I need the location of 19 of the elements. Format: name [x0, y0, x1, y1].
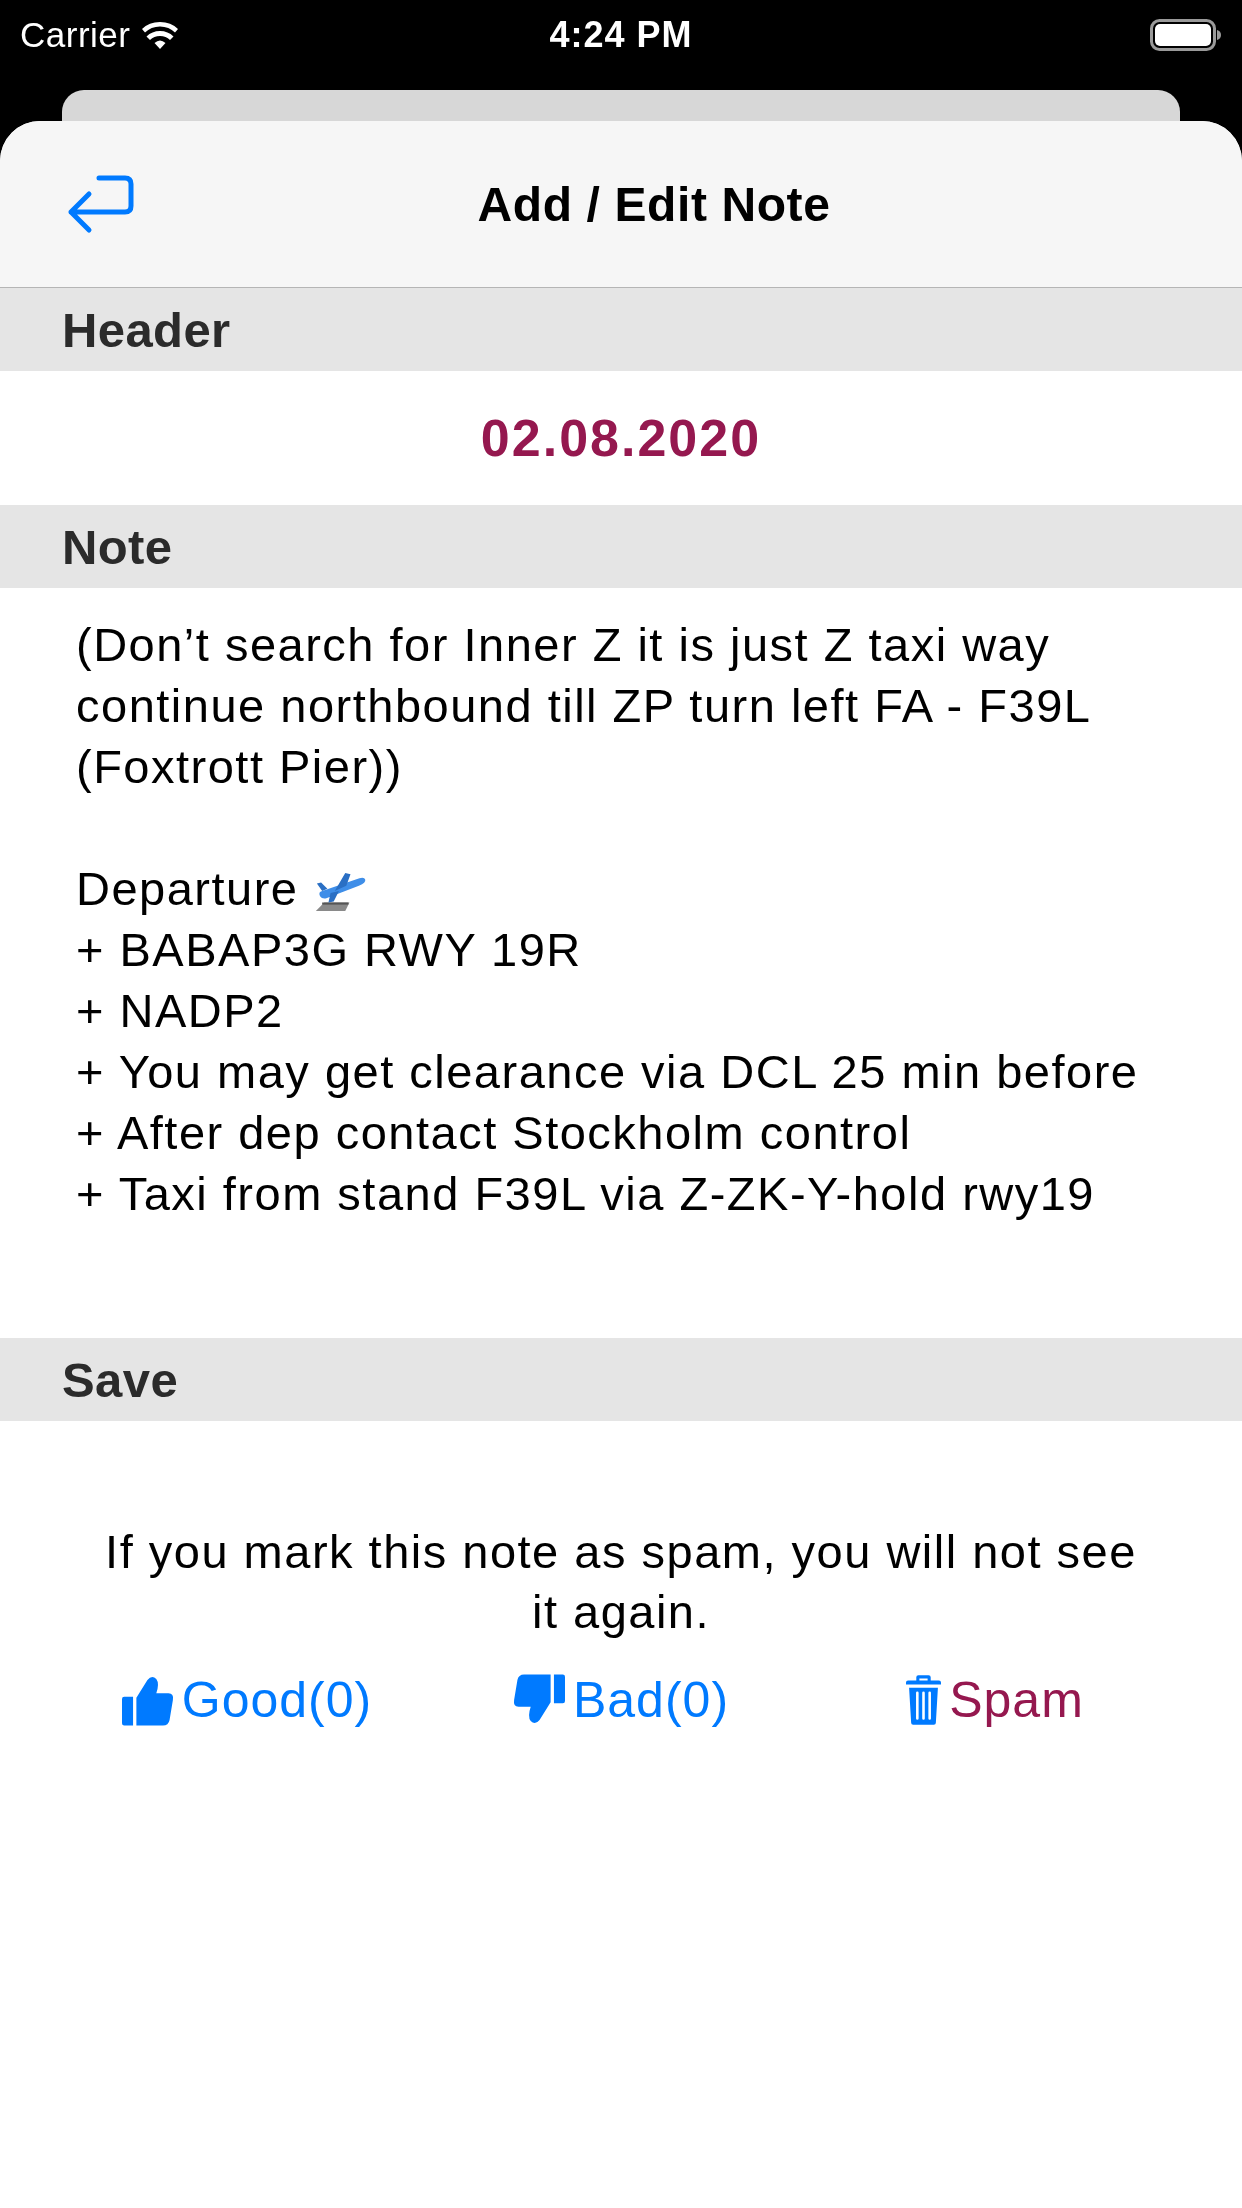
trash-icon	[906, 1674, 942, 1726]
note-text-field[interactable]: (Don’t search for Inner Z it is just Z taxi way continue northbound till ZP turn left FA - F39L (Foxtrott Pier)) Departure + BABAP3G RWY 19R + NADP2 + You may get clearance via DCL 25 min before + After dep contact Stockholm control + Taxi from stand F39L via Z-ZK-Y-hold rwy19	[0, 588, 1242, 1338]
return-arrow-icon	[66, 173, 136, 235]
status-time: 4:24 PM	[549, 14, 693, 56]
section-header: Note	[0, 505, 1242, 588]
screen-title: Add / Edit Note	[477, 176, 831, 232]
battery-icon	[1150, 19, 1222, 51]
spam-button[interactable]: Spam	[906, 1668, 1084, 1732]
date-label[interactable]: 02.08.2020	[480, 408, 762, 468]
section-header: Header	[0, 288, 1242, 371]
good-button[interactable]: Good(0)	[121, 1668, 373, 1732]
section-header: Save	[0, 1338, 1242, 1421]
thumbs-up-icon	[121, 1674, 174, 1726]
thumbs-down-icon	[512, 1674, 565, 1726]
bad-button[interactable]: Bad(0)	[512, 1668, 730, 1732]
carrier-label: Carrier	[20, 15, 131, 55]
back-button[interactable]	[66, 173, 136, 235]
spam-notice: If you mark this note as spam, you will not see it again.	[104, 1524, 1138, 1640]
wifi-icon	[142, 21, 179, 49]
